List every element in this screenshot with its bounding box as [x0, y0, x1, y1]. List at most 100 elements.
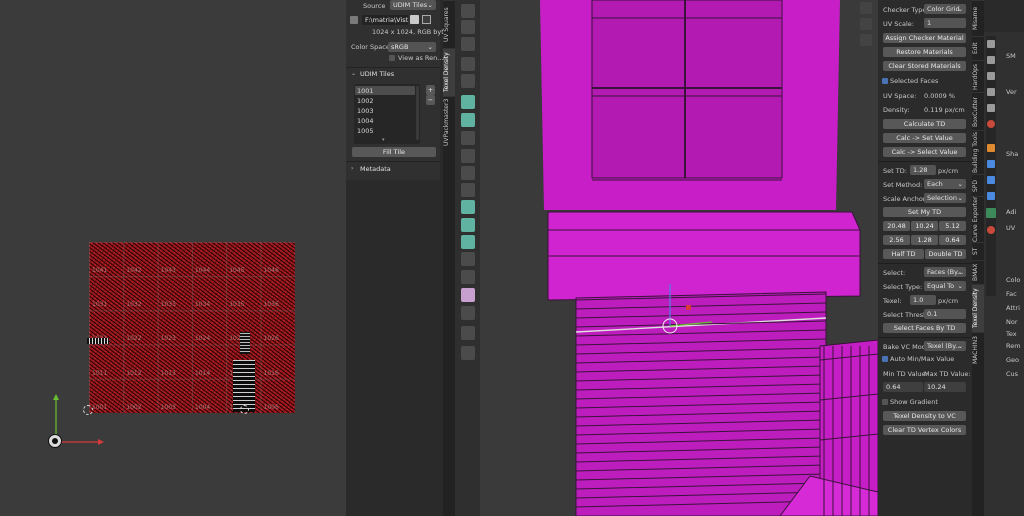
render-icon[interactable] [987, 56, 995, 64]
scene-icon[interactable] [987, 104, 995, 112]
fill-tile-button[interactable]: Fill Tile [352, 147, 436, 157]
properties-section[interactable]: UV [1006, 224, 1015, 232]
bevel-icon[interactable] [461, 149, 475, 163]
properties-section[interactable]: Rem [1006, 342, 1021, 350]
measure-icon[interactable] [461, 74, 475, 88]
uv-scale-field[interactable]: 1 [924, 18, 966, 28]
list-item[interactable]: 1003 [357, 107, 374, 115]
metadata-header[interactable]: Metadata [360, 165, 391, 173]
udim-tiles-header[interactable]: UDIM Tiles [360, 70, 394, 78]
remove-tile-button[interactable]: − [426, 95, 435, 105]
preset-td-button[interactable]: 10.24 [911, 221, 938, 231]
list-item[interactable]: 1002 [357, 97, 374, 105]
calc-set-value-button[interactable]: Calc -> Set Value [883, 133, 966, 143]
edge-slide-icon[interactable] [461, 252, 475, 266]
list-item[interactable]: 1005 [357, 127, 374, 135]
chevron-right-icon[interactable]: › [351, 165, 353, 172]
poly-build-icon[interactable] [461, 200, 475, 214]
spin-icon[interactable] [461, 218, 475, 232]
select-type-dropdown[interactable]: Equal To ⌄ [924, 281, 966, 291]
folder-icon[interactable] [410, 15, 419, 24]
assign-checker-button[interactable]: Assign Checker Material [883, 33, 966, 43]
tab-texel-density[interactable]: Texel Density [972, 284, 984, 332]
properties-section[interactable]: Ver [1006, 88, 1017, 96]
smooth-icon[interactable] [461, 235, 475, 249]
output-icon[interactable] [987, 72, 995, 80]
texel-field[interactable]: 1.0 [910, 295, 936, 305]
grid-icon[interactable] [860, 34, 872, 46]
2d-cursor-icon[interactable] [48, 434, 62, 448]
tab-st[interactable]: ST [972, 242, 984, 260]
calculate-td-button[interactable]: Calculate TD [883, 119, 966, 129]
preset-td-button[interactable]: 20.48 [883, 221, 910, 231]
chevron-down-icon[interactable]: ⌄ [351, 70, 356, 77]
world-icon[interactable] [987, 120, 995, 128]
properties-section[interactable]: Fac [1006, 290, 1017, 298]
properties-section[interactable]: Nor [1006, 318, 1018, 326]
select-thresh-field[interactable]: 0.1 [924, 309, 966, 319]
tab-machin3[interactable]: MACHIN3 [972, 332, 984, 368]
preset-td-button[interactable]: 1.28 [911, 235, 938, 245]
clear-stored-button[interactable]: Clear Stored Materials [883, 61, 966, 71]
mesh-data-icon[interactable] [986, 208, 996, 218]
clear-td-vc-button[interactable]: Clear TD Vertex Colors [883, 425, 966, 435]
preset-td-button[interactable]: 0.64 [939, 235, 966, 245]
inset-icon[interactable] [461, 131, 475, 145]
view-layer-icon[interactable] [987, 88, 995, 96]
checker-type-dropdown[interactable]: Color Grid ⌄ [924, 4, 966, 14]
set-my-td-button[interactable]: Set My TD [883, 207, 966, 217]
tab-spd[interactable]: SPD [972, 174, 984, 196]
list-scrollbar[interactable] [416, 86, 419, 140]
transform-icon[interactable] [461, 37, 475, 51]
tab-texel-density-uv[interactable]: Texel Density [443, 48, 455, 96]
preset-td-button[interactable]: 5.12 [939, 221, 966, 231]
rotate-icon[interactable] [461, 4, 475, 18]
udim-tile-list[interactable]: 1001 1002 1003 1004 1005 ▾ [354, 84, 420, 144]
properties-section[interactable]: Adi [1006, 208, 1016, 216]
view-as-render-checkbox[interactable] [389, 55, 395, 61]
half-td-button[interactable]: Half TD [883, 249, 924, 259]
tab-curve-exporter[interactable]: Curve Exporter [972, 196, 984, 242]
loop-cut-icon[interactable] [461, 166, 475, 180]
camera-icon[interactable] [860, 18, 872, 30]
tab-edit[interactable]: Edit [972, 36, 984, 60]
add-cube-icon[interactable] [461, 95, 475, 109]
calc-select-value-button[interactable]: Calc -> Select Value [883, 147, 966, 157]
color-space-dropdown[interactable]: sRGB ⌄ [388, 42, 436, 52]
hand-pan-icon[interactable] [860, 2, 872, 14]
selected-faces-checkbox[interactable] [882, 78, 888, 84]
physics-icon[interactable] [987, 192, 995, 200]
select-faces-by-td-button[interactable]: Select Faces By TD [883, 323, 966, 333]
tab-uvpackmaster[interactable]: UVPackmaster3 [443, 96, 455, 148]
pack-icon[interactable] [422, 15, 431, 24]
list-item[interactable]: 1001 [357, 87, 374, 95]
scale-icon[interactable] [461, 20, 475, 34]
scale-anchor-dropdown[interactable]: Selection ⌄ [924, 193, 966, 203]
list-item[interactable]: 1004 [357, 117, 374, 125]
set-td-field[interactable]: 1.28 [910, 165, 936, 175]
bake-vc-dropdown[interactable]: Texel (By... ⌄ [924, 341, 966, 351]
shrink-fatten-icon[interactable] [461, 270, 475, 284]
properties-section[interactable]: Cus [1006, 370, 1018, 378]
properties-section[interactable]: Sha [1006, 150, 1018, 158]
preset-td-button[interactable]: 2.56 [883, 235, 910, 245]
show-gradient-checkbox[interactable] [882, 399, 888, 405]
hardops-icon[interactable] [461, 326, 475, 340]
material-icon[interactable] [987, 226, 995, 234]
annotate-icon[interactable] [461, 57, 475, 71]
3d-viewport[interactable] [480, 0, 878, 516]
tab-misame[interactable]: Misame [972, 0, 984, 36]
tab-boxcutter[interactable]: BoxCutter [972, 92, 984, 130]
uv-editor-canvas[interactable]: 1041 1042 1043 1044 1045 1046 1031 1032 1033 1034… [0, 0, 346, 516]
properties-section[interactable]: Tex [1006, 330, 1017, 338]
max-td-field[interactable]: 10.24 [924, 382, 966, 392]
list-resize-handle[interactable]: ▾ [382, 137, 385, 143]
uv-island[interactable] [240, 332, 250, 354]
min-td-field[interactable]: 0.64 [883, 382, 923, 392]
properties-section[interactable]: SM [1006, 52, 1016, 60]
set-method-dropdown[interactable]: Each ⌄ [924, 179, 966, 189]
auto-minmax-checkbox[interactable] [882, 356, 888, 362]
source-dropdown[interactable]: UDIM Tiles ⌄ [390, 0, 436, 10]
tool-icon[interactable] [987, 40, 995, 48]
properties-section[interactable]: Geo [1006, 356, 1019, 364]
